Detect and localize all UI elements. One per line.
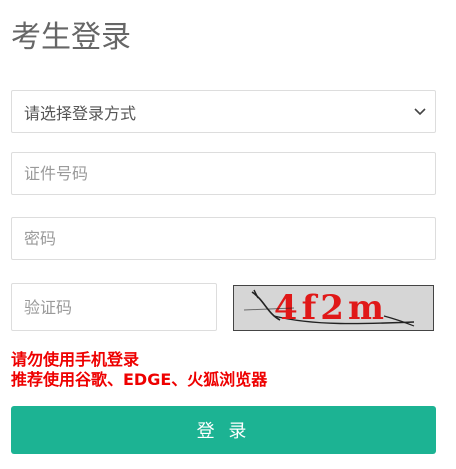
password-input[interactable] (24, 218, 435, 259)
login-button[interactable]: 登 录 (11, 406, 436, 454)
browser-warning: 请勿使用手机登录 推荐使用谷歌、EDGE、火狐浏览器 (11, 350, 267, 390)
warning-line-browser: 推荐使用谷歌、EDGE、火狐浏览器 (11, 370, 268, 389)
id-number-field (11, 152, 436, 195)
password-field (11, 217, 436, 260)
login-method-selected: 请选择登录方式 (24, 103, 137, 123)
warning-line-mobile: 请勿使用手机登录 (11, 350, 140, 369)
captcha-field (11, 283, 217, 331)
page-title: 考生登录 (11, 20, 131, 55)
login-page: 考生登录 请选择登录方式 4f2m 请勿使用手机登录 推荐使用谷歌、EDGE、火… (0, 0, 456, 469)
captcha-input[interactable] (24, 284, 216, 330)
id-number-input[interactable] (24, 153, 435, 194)
chevron-down-icon (413, 105, 427, 119)
login-method-select[interactable]: 请选择登录方式 (11, 90, 436, 133)
captcha-image[interactable]: 4f2m (233, 285, 434, 331)
